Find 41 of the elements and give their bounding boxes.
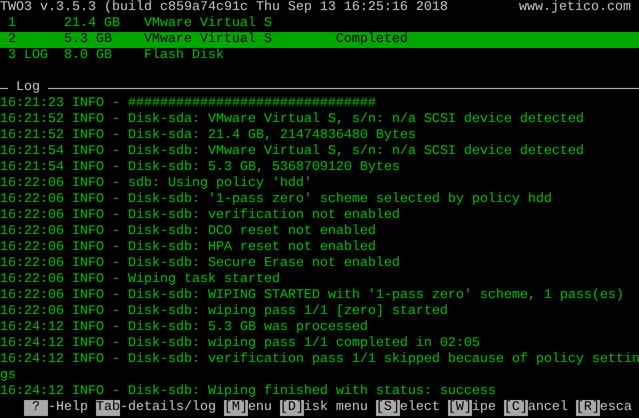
log-line: 16:22:06 INFO - Disk-sdb: '1-pass zero' scheme selected by policy hdd — [0, 192, 552, 208]
disk-row[interactable]: 2 5.3 GB VMware Virtual S Completed — [0, 32, 639, 48]
log-line: 16:21:54 INFO - Disk-sdb: 5.3 GB, 5368709120 Bytes — [0, 160, 400, 176]
log-line: 16:24:12 INFO - Disk-sdb: 5.3 GB was processed — [0, 320, 368, 336]
log-line: 16:22:06 INFO - Disk-sdb: DCO reset not enabled — [0, 224, 376, 240]
key-hint: [R] — [576, 400, 600, 416]
app-title: TWO3 v.3.5.3 (build c859a74c91c Thu Sep 13 16:25:16 2018 — [0, 0, 448, 16]
key-hint-label: esca — [600, 400, 632, 416]
key-hint-label: ancel — [528, 400, 568, 416]
key-hint: [S] — [376, 400, 400, 416]
disk-row[interactable]: 3 LOG 8.0 GB Flash Disk — [0, 48, 639, 64]
log-line: 16:22:06 INFO - Disk-sdb: HPA reset not enabled — [0, 240, 376, 256]
log-line: gs — [0, 368, 16, 384]
key-hint: [D] — [280, 400, 304, 416]
key-hint: [M] — [224, 400, 248, 416]
disk-row[interactable]: 1 21.4 GB VMware Virtual S — [0, 16, 639, 32]
key-hint-label: -Help — [48, 400, 88, 416]
log-heading: Log — [14, 80, 41, 96]
log-line: 16:22:06 INFO - Disk-sdb: Secure Erase not enabled — [0, 256, 400, 272]
key-hint: ? — [24, 400, 48, 416]
log-line: 16:24:12 INFO - Disk-sdb: wiping pass 1/1 completed in 02:05 — [0, 336, 480, 352]
log-line: 16:21:52 INFO - Disk-sda: 21.4 GB, 21474836480 Bytes — [0, 128, 416, 144]
key-hint-label: elect — [400, 400, 440, 416]
key-hint-label: ipe — [472, 400, 496, 416]
log-line: 16:21:54 INFO - Disk-sdb: VMware Virtual S, s/n: n/a SCSI device detected — [0, 144, 584, 160]
log-line: 16:24:12 INFO - Disk-sdb: verification pass 1/1 skipped because of policy settin — [0, 352, 639, 368]
log-line: 16:21:52 INFO - Disk-sda: VMware Virtual S, s/n: n/a SCSI device detected — [0, 112, 584, 128]
log-line: 16:22:06 INFO - Disk-sdb: verification not enabled — [0, 208, 400, 224]
key-hint-label: enu — [248, 400, 272, 416]
log-line: 16:24:12 INFO - Disk-sdb: Wiping finished with status: success — [0, 384, 496, 400]
log-line: 16:22:06 INFO - sdb: Using policy 'hdd' — [0, 176, 312, 192]
key-hint-label: isk menu — [304, 400, 368, 416]
key-hint-label: -details/log — [120, 400, 216, 416]
log-line: 16:22:06 INFO - Disk-sdb: WIPING STARTED with '1-pass zero' scheme, 1 pass(es) — [0, 288, 624, 304]
key-hint: [W] — [448, 400, 472, 416]
log-line: 16:21:23 INFO - ############################### — [0, 96, 376, 112]
key-hint: [C] — [504, 400, 528, 416]
log-line: 16:22:06 INFO - Wiping task started — [0, 272, 280, 288]
key-hint: Tab — [96, 400, 120, 416]
website-url: www.jetico.com — [519, 0, 631, 16]
log-line: 16:22:06 INFO - Disk-sdb: wiping pass 1/1 [zero] started — [0, 304, 448, 320]
